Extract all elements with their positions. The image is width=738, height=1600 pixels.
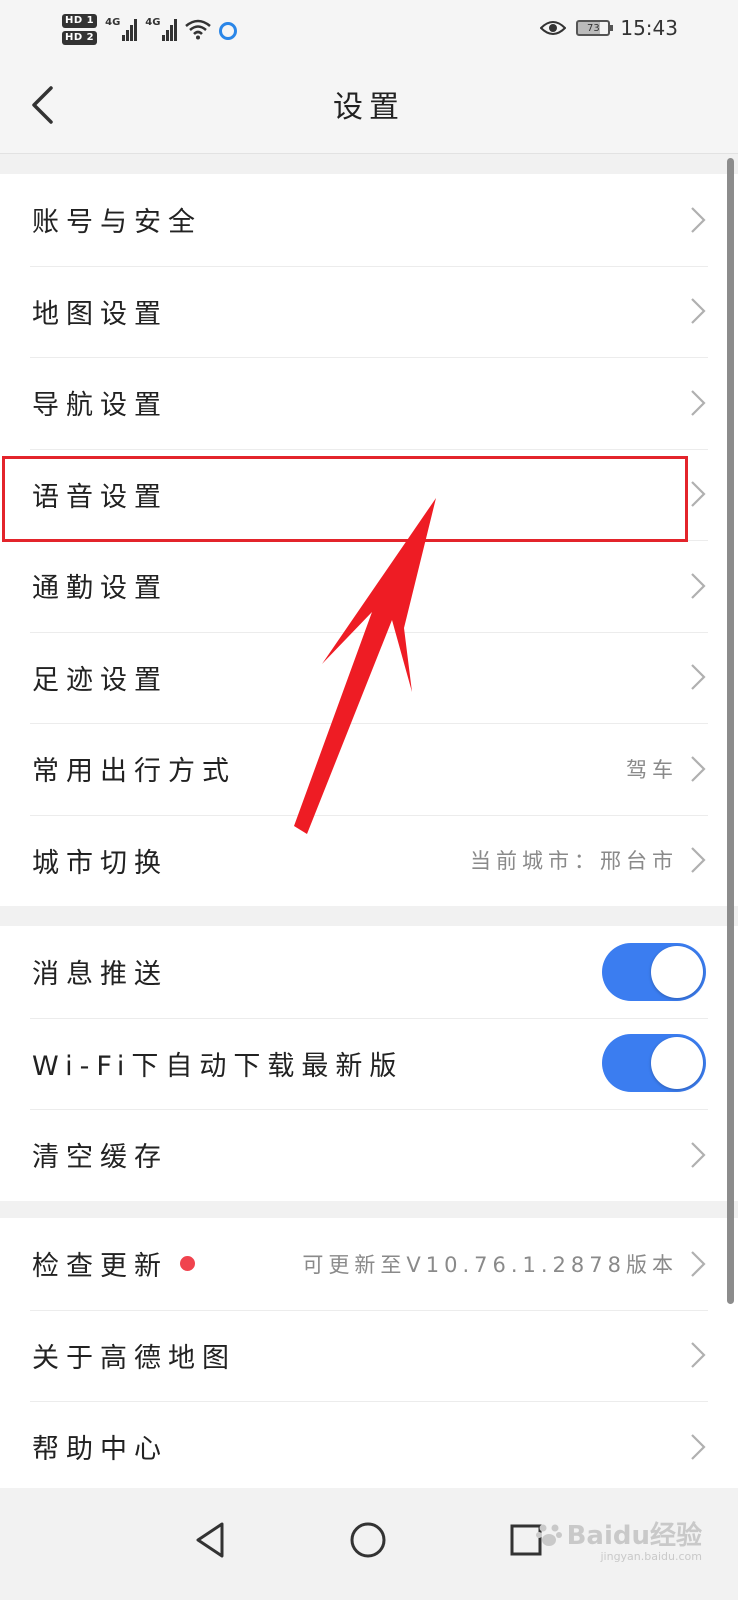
row-commute-settings[interactable]: 通勤设置	[0, 540, 738, 632]
chevron-right-icon	[690, 572, 706, 600]
scrollbar[interactable]	[727, 158, 734, 1304]
row-label: Wi-Fi下自动下载最新版	[32, 1050, 404, 1082]
row-navigation-settings[interactable]: 导航设置	[0, 357, 738, 449]
signal-icon-2: 4G	[145, 17, 178, 41]
row-label: 城市切换	[32, 847, 168, 879]
chevron-right-icon	[690, 297, 706, 325]
nav-back-button[interactable]	[180, 1510, 240, 1570]
row-label: 足迹设置	[32, 664, 168, 696]
nav-home-button[interactable]	[338, 1510, 398, 1570]
row-label: 关于高德地图	[32, 1342, 236, 1374]
row-value: 可更新至V10.76.1.2878版本	[302, 1252, 678, 1277]
wifi-icon	[185, 18, 212, 40]
update-badge	[180, 1256, 195, 1272]
network-indicators: HD 1 HD 2 4G 4G	[62, 10, 238, 48]
settings-group-toggles: 消息推送 Wi-Fi下自动下载最新版 清空缓存	[0, 926, 738, 1201]
page-title: 设置	[333, 90, 405, 125]
chevron-right-icon	[690, 755, 706, 783]
row-label: 常用出行方式	[32, 756, 236, 788]
chevron-right-icon	[690, 663, 706, 691]
row-clear-cache[interactable]: 清空缓存	[0, 1109, 738, 1201]
row-travel-mode[interactable]: 常用出行方式 驾车	[0, 723, 738, 815]
status-bar: HD 1 HD 2 4G 4G 73 15:43	[0, 0, 738, 56]
hd-badge-2: HD 2	[62, 30, 98, 45]
row-push-notifications: 消息推送	[0, 926, 738, 1018]
row-label: 账号与安全	[32, 207, 202, 239]
row-value: 当前城市：邢台市	[470, 849, 678, 874]
back-triangle-icon	[196, 1522, 224, 1558]
chevron-right-icon	[690, 1250, 706, 1278]
wifi-auto-download-toggle[interactable]	[602, 1034, 706, 1093]
row-city-switch[interactable]: 城市切换 当前城市：邢台市	[0, 814, 738, 907]
chevron-right-icon	[690, 846, 706, 874]
app-header: 设置	[0, 56, 738, 154]
row-label: 帮助中心	[32, 1434, 168, 1466]
row-map-settings[interactable]: 地图设置	[0, 265, 738, 358]
chevron-right-icon	[690, 1341, 706, 1369]
chevron-right-icon	[690, 480, 706, 508]
hd-badge-1: HD 1	[62, 13, 98, 28]
chevron-right-icon	[690, 206, 706, 234]
row-label: 导航设置	[32, 390, 168, 422]
home-circle-icon	[350, 1522, 386, 1558]
row-label: 清空缓存	[32, 1142, 168, 1174]
row-about-amap[interactable]: 关于高德地图	[0, 1309, 738, 1402]
row-value: 驾车	[626, 757, 678, 782]
watermark-url: jingyan.baidu.com	[600, 1550, 702, 1563]
signal-icon: 4G	[105, 17, 138, 41]
row-account-security[interactable]: 账号与安全	[0, 174, 738, 266]
chevron-right-icon	[690, 1141, 706, 1169]
row-footprint-settings[interactable]: 足迹设置	[0, 631, 738, 724]
row-label: 消息推送	[32, 959, 168, 991]
chevron-right-icon	[690, 1433, 706, 1461]
row-label: 通勤设置	[32, 573, 168, 605]
watermark-brand: Baidu经验	[566, 1521, 702, 1551]
clock: 15:43	[620, 16, 678, 40]
eye-care-icon	[540, 19, 567, 37]
row-wifi-auto-download: Wi-Fi下自动下载最新版	[0, 1017, 738, 1110]
watermark: Baidu经验	[535, 1515, 702, 1552]
settings-group-general: 账号与安全 地图设置 导航设置 语音设置 通勤设置 足迹设置 常用出行方式 驾车…	[0, 174, 738, 906]
row-label: 检查更新	[32, 1251, 168, 1283]
row-help-center[interactable]: 帮助中心	[0, 1401, 738, 1493]
settings-group-about: 检查更新 可更新至V10.76.1.2878版本 关于高德地图 帮助中心	[0, 1218, 738, 1493]
app-notification-icon	[219, 22, 238, 40]
push-notifications-toggle[interactable]	[602, 942, 706, 1001]
row-check-update[interactable]: 检查更新 可更新至V10.76.1.2878版本	[0, 1218, 738, 1310]
paw-icon	[535, 1520, 563, 1548]
battery-icon: 73	[576, 20, 614, 36]
chevron-right-icon	[690, 389, 706, 417]
row-label: 语音设置	[32, 481, 168, 513]
row-voice-settings[interactable]: 语音设置	[0, 448, 738, 541]
row-label: 地图设置	[32, 298, 168, 330]
